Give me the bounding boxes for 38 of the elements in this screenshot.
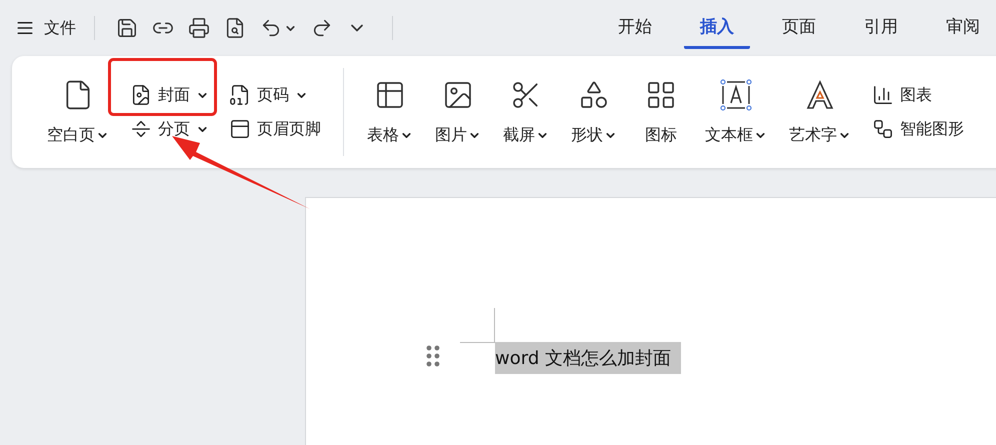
save-icon	[116, 17, 138, 39]
ribbon-button[interactable]: 图标	[628, 56, 694, 168]
ribbon-button[interactable]: 形状	[560, 56, 628, 168]
menu-icon	[16, 19, 34, 37]
cover-image-icon	[130, 84, 152, 106]
ribbon-button[interactable]: 截屏	[492, 56, 560, 168]
ribbon-button[interactable]: 艺术字	[778, 56, 862, 168]
shapes-icon	[578, 78, 610, 110]
ribbon-button[interactable]: 分页	[130, 118, 209, 140]
ribbon-button[interactable]: 图片	[424, 56, 492, 168]
ribbon-tab[interactable]: 开始	[602, 7, 668, 49]
page-number-icon	[229, 84, 251, 106]
print-preview-icon	[224, 17, 246, 39]
bar-chart-icon	[872, 84, 894, 106]
header-footer-icon	[229, 118, 251, 140]
margin-corner-mark	[460, 308, 495, 343]
diagram-icon	[872, 118, 894, 140]
ribbon-button[interactable]: 空白页	[36, 56, 120, 168]
ribbon-tab[interactable]: 页面	[766, 7, 832, 49]
file-menu[interactable]: 文件	[16, 18, 76, 38]
ribbon-tab[interactable]: 审阅	[930, 7, 996, 49]
ribbon-button[interactable]: 页眉页脚	[229, 118, 321, 140]
ribbon-button[interactable]: 智能图形	[872, 118, 964, 140]
ribbon-button[interactable]: 页码	[229, 84, 321, 106]
page-break-icon	[130, 118, 152, 140]
ribbon-tab[interactable]: 插入	[684, 7, 750, 49]
text-box-icon	[720, 78, 752, 110]
document-text: word 文档怎么加封面	[495, 342, 681, 374]
ribbon-button[interactable]: 图表	[872, 84, 964, 106]
ribbon-button[interactable]: 表格	[356, 56, 424, 168]
undo-icon	[260, 17, 282, 39]
ribbon-button[interactable]: 文本框	[694, 56, 778, 168]
drag-handle-icon[interactable]	[426, 345, 440, 367]
letter-a-icon	[804, 78, 836, 110]
ribbon-button[interactable]: 封面	[130, 84, 209, 106]
redo-icon	[311, 17, 333, 39]
ribbon-tab[interactable]: 引用	[848, 7, 914, 49]
print-icon	[188, 17, 210, 39]
